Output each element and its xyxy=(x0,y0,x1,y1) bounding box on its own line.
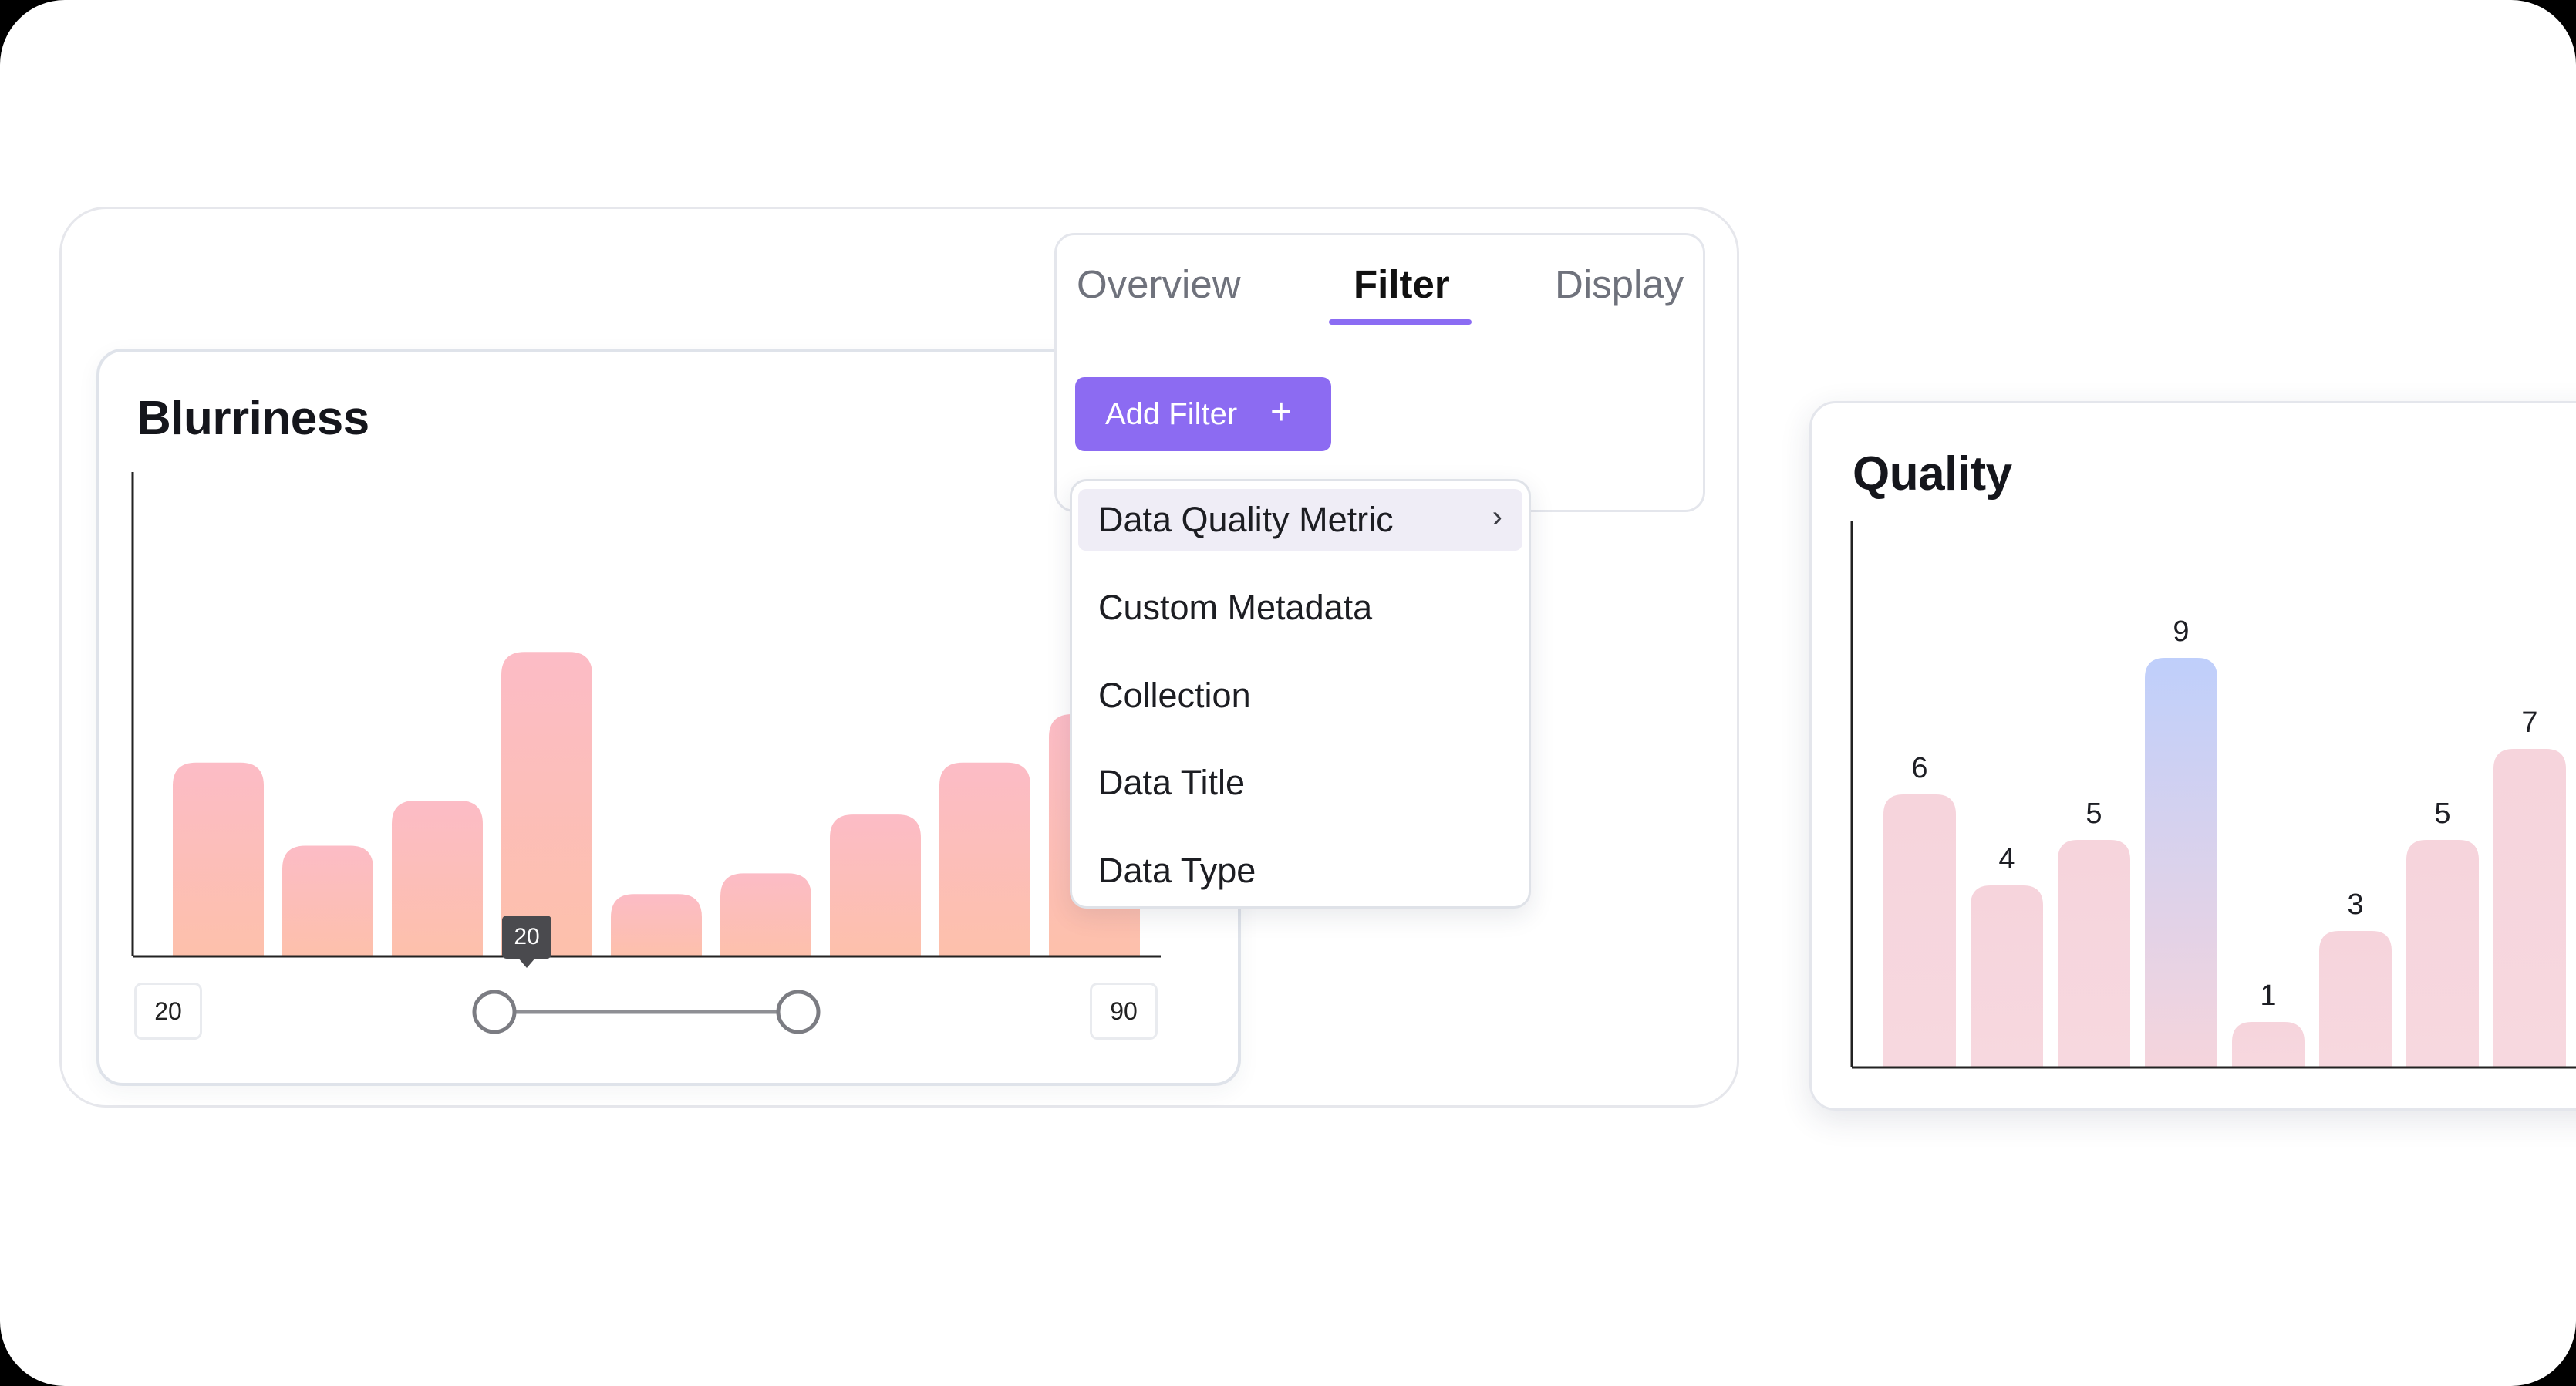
app-frame: Blurriness 20 90 20 Quality 6 4 5 9 1 3 … xyxy=(0,0,2576,1386)
quality-bar-highlighted xyxy=(2145,658,2217,1067)
menu-item-label: Data Title xyxy=(1098,763,1246,802)
quality-bar-label: 5 xyxy=(2085,798,2102,830)
quality-bar xyxy=(2058,840,2130,1067)
quality-bar-label: 9 xyxy=(2173,615,2189,648)
add-filter-button[interactable]: Add Filter + xyxy=(1075,377,1331,451)
quality-bar-label: 3 xyxy=(2347,889,2363,921)
menu-item-collection[interactable]: Collection xyxy=(1078,665,1522,727)
tab-overview[interactable]: Overview xyxy=(1077,265,1241,304)
quality-bar-label: 6 xyxy=(1911,752,1927,784)
menu-item-label: Collection xyxy=(1098,676,1251,715)
menu-item-data-title[interactable]: Data Title xyxy=(1078,752,1522,814)
quality-bar-label: 1 xyxy=(2260,980,2276,1012)
quality-bar xyxy=(1883,794,1956,1067)
menu-item-label: Data Quality Metric xyxy=(1098,500,1394,539)
add-filter-label: Add Filter xyxy=(1105,396,1238,431)
active-tab-indicator xyxy=(1329,319,1472,325)
menu-item-label: Data Type xyxy=(1098,851,1256,890)
tab-filter[interactable]: Filter xyxy=(1354,265,1450,304)
filter-panel: Overview Filter Display Add Filter + xyxy=(1054,233,1705,512)
chevron-right-icon: › xyxy=(1492,500,1502,534)
quality-bar xyxy=(2406,840,2479,1067)
quality-bar-label: 7 xyxy=(2521,706,2537,739)
menu-item-custom-metadata[interactable]: Custom Metadata xyxy=(1078,577,1522,639)
menu-item-data-quality-metric[interactable]: Data Quality Metric › xyxy=(1078,489,1522,551)
tab-display[interactable]: Display xyxy=(1555,265,1684,304)
quality-bar xyxy=(1971,885,2043,1067)
quality-bar xyxy=(2319,931,2392,1067)
quality-bar xyxy=(2232,1022,2305,1067)
menu-item-label: Custom Metadata xyxy=(1098,588,1373,627)
quality-bar-label: 5 xyxy=(2434,798,2450,830)
plus-icon: + xyxy=(1270,392,1293,433)
quality-bar-label: 4 xyxy=(1998,843,2015,875)
menu-item-data-type[interactable]: Data Type xyxy=(1078,840,1522,902)
quality-bar xyxy=(2493,749,2566,1067)
filter-dropdown-menu: Data Quality Metric › Custom Metadata Co… xyxy=(1070,479,1531,909)
